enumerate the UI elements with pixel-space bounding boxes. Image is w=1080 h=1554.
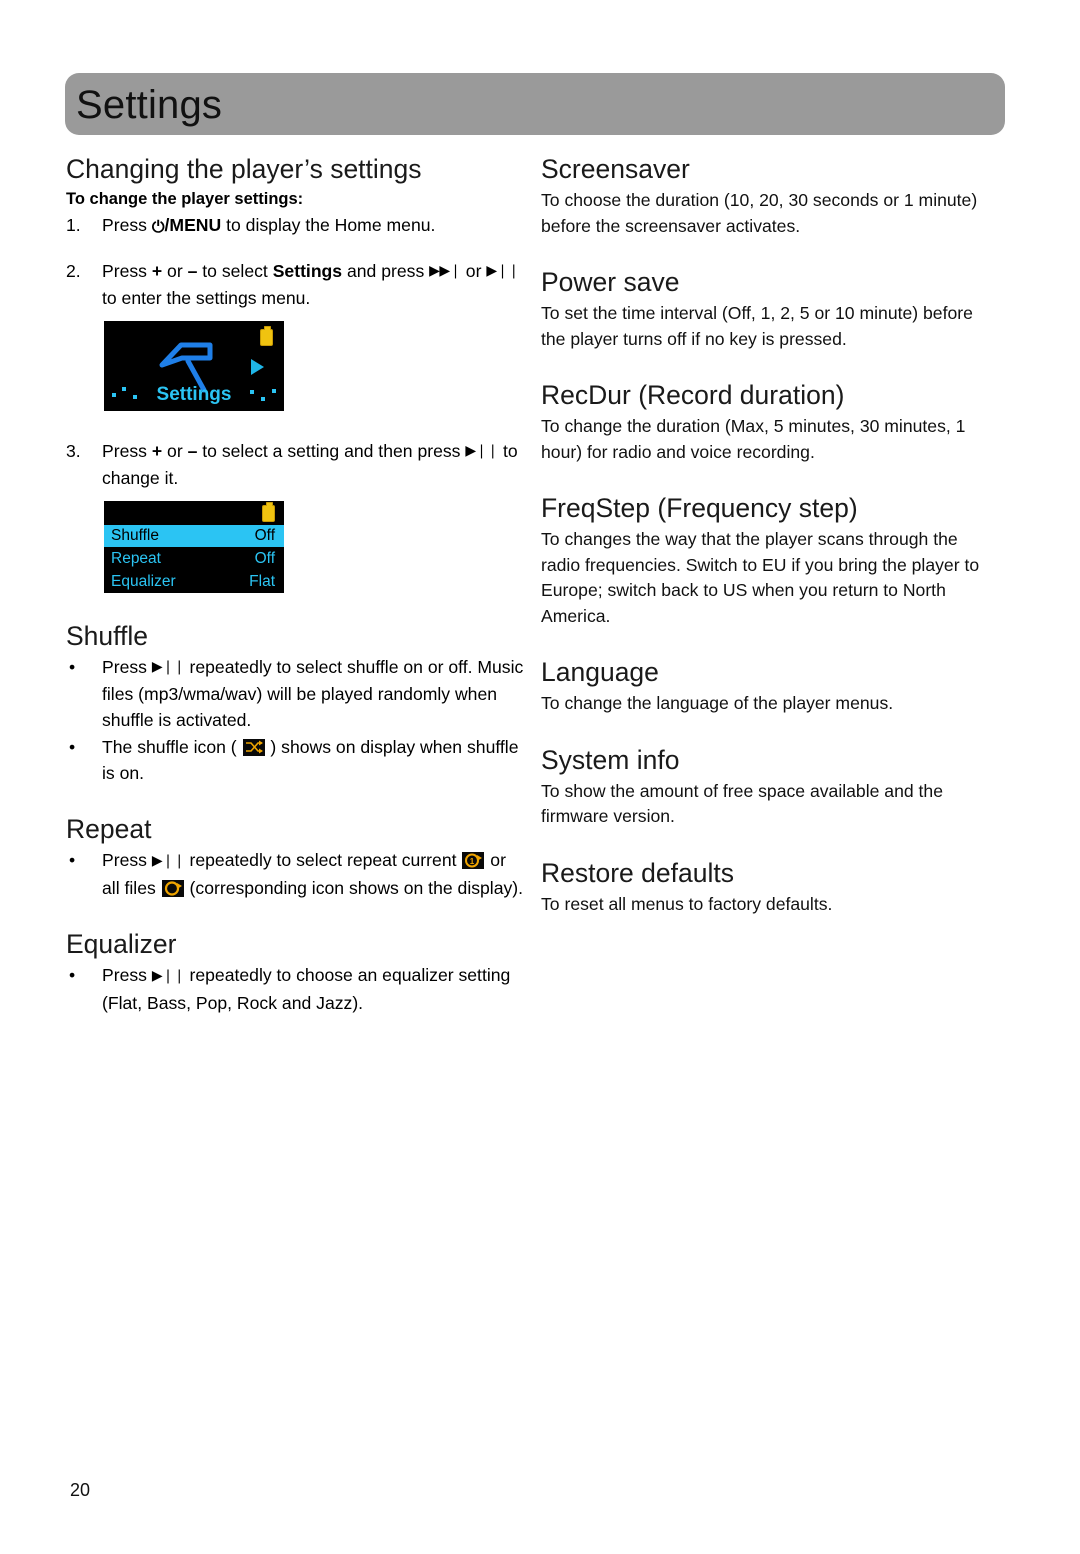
- play-pause-icon: ▶❘❘: [151, 967, 185, 984]
- step-2-marker: 2.: [66, 260, 81, 281]
- repeat-one-icon: 1: [462, 852, 485, 869]
- device-row-label: Equalizer: [111, 572, 176, 590]
- play-arrow-icon: [251, 358, 264, 375]
- device-screenshot-home-settings: Settings: [104, 320, 284, 411]
- section-heading-changing-settings: Changing the player’s settings: [66, 154, 422, 184]
- device-row-value: Flat: [249, 572, 275, 590]
- repeat-bullet-1: • Press ▶❘❘ repeatedly to select repeat …: [66, 848, 526, 901]
- shuffle-bullet-2: • The shuffle icon ( ) shows on display …: [66, 735, 526, 786]
- section-body-language: To change the language of the player men…: [541, 693, 894, 713]
- equalizer-bullet-1-text: Press ▶❘❘ repeatedly to choose an equali…: [102, 965, 511, 1013]
- step-1: 1. Press ⏻/MENU to display the Home menu…: [66, 213, 526, 239]
- svg-text:1: 1: [470, 857, 475, 866]
- shuffle-bullet-1: • Press ▶❘❘ repeatedly to select shuffle…: [66, 655, 526, 734]
- section-body-screensaver: To choose the duration (10, 20, 30 secon…: [541, 190, 978, 236]
- page-title: Settings: [76, 83, 223, 127]
- play-pause-icon: ▶❘❘: [151, 852, 185, 869]
- play-pause-icon: ▶❘❘: [465, 443, 499, 459]
- step-3-text: Press + or – to select a setting and the…: [102, 440, 518, 489]
- step-3-marker: 3.: [66, 440, 81, 461]
- device-row-label: Shuffle: [111, 526, 159, 544]
- device-row-value: Off: [254, 526, 275, 544]
- section-body-recdur: To change the duration (Max, 5 minutes, …: [541, 416, 966, 462]
- section-body-freqstep: To changes the way that the player scans…: [541, 529, 980, 626]
- power-icon: ⏻: [151, 217, 165, 236]
- step-2: 2. Press + or – to select Settings and p…: [66, 259, 526, 312]
- device-row-value: Off: [254, 549, 275, 567]
- device-list-row-shuffle: Shuffle Off: [104, 524, 284, 547]
- repeat-bullet-1-text: Press ▶❘❘ repeatedly to select repeat cu…: [102, 850, 524, 898]
- page-number: 20: [70, 1480, 91, 1500]
- shuffle-bullet-1-text: Press ▶❘❘ repeatedly to select shuffle o…: [102, 656, 524, 730]
- home-screen-label: Settings: [156, 383, 232, 405]
- section-heading-language: Language: [541, 657, 659, 687]
- section-heading-restore-defaults: Restore defaults: [541, 857, 734, 888]
- step-1-text: Press ⏻/MENU to display the Home menu.: [102, 215, 436, 236]
- next-track-icon: ▶▶❘: [429, 263, 461, 279]
- equalizer-bullet-1: • Press ▶❘❘ repeatedly to choose an equa…: [66, 963, 526, 1016]
- battery-icon: [262, 501, 275, 522]
- repeat-all-icon: [161, 879, 184, 897]
- play-pause-icon: ▶❘❘: [151, 659, 185, 675]
- section-body-system-info: To show the amount of free space availab…: [541, 780, 943, 827]
- device-row-label: Repeat: [111, 549, 161, 567]
- section-heading-screensaver: Screensaver: [541, 154, 690, 184]
- section-heading-system-info: System info: [541, 744, 680, 775]
- shuffle-bullet-2-text: The shuffle icon ( ) shows on display wh…: [102, 737, 519, 783]
- section-body-power-save: To set the time interval (Off, 1, 2, 5 o…: [541, 303, 973, 349]
- step-2-text: Press + or – to select Settings and pres…: [102, 260, 520, 309]
- bullet-marker: •: [69, 965, 76, 985]
- section-heading-power-save: Power save: [541, 267, 680, 297]
- battery-icon: [260, 325, 273, 346]
- step-1-marker: 1.: [66, 215, 81, 235]
- section-heading-recdur: RecDur (Record duration): [541, 380, 845, 410]
- section-body-restore-defaults: To reset all menus to factory defaults.: [541, 893, 833, 914]
- play-pause-icon: ▶❘❘: [486, 263, 520, 279]
- section-heading-freqstep: FreqStep (Frequency step): [541, 493, 858, 523]
- device-list-row-equalizer: Equalizer Flat: [104, 571, 284, 593]
- section-heading-shuffle: Shuffle: [66, 620, 149, 651]
- section-heading-repeat: Repeat: [66, 814, 152, 844]
- device-screenshot-settings-list: Shuffle Off Repeat Off Equalizer Flat: [104, 500, 284, 593]
- shuffle-icon: [242, 739, 265, 756]
- right-column: Screensaver To choose the duration (10, …: [541, 152, 1001, 917]
- left-column: Changing the player’s settings To change…: [66, 152, 526, 1016]
- bullet-marker: •: [69, 656, 76, 677]
- device-list-row-repeat: Repeat Off: [104, 548, 284, 570]
- section-heading-equalizer: Equalizer: [66, 929, 177, 959]
- bullet-marker: •: [69, 737, 76, 757]
- bullet-marker: •: [69, 850, 76, 870]
- subheading-to-change-settings: To change the player settings:: [66, 190, 304, 208]
- step-3: 3. Press + or – to select a setting and …: [66, 439, 526, 492]
